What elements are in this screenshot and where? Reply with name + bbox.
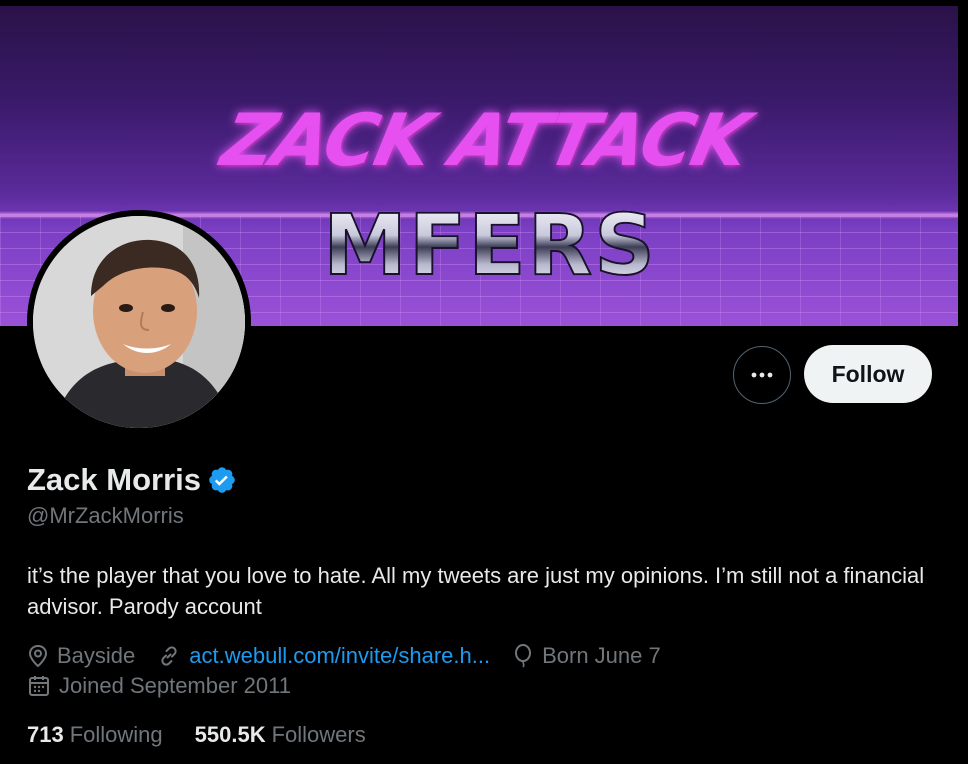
banner-title-bottom: MFERS — [285, 195, 695, 295]
following-count: 713 — [27, 722, 64, 747]
website-item[interactable]: act.webull.com/invite/share.h... — [157, 643, 490, 669]
banner-title-top: ZACK ATTACK — [214, 98, 756, 182]
more-horizontal-icon — [751, 372, 773, 378]
bio: it’s the player that you love to hate. A… — [27, 563, 925, 619]
joined-item: Joined September 2011 — [27, 673, 291, 699]
location-item: Bayside — [27, 643, 135, 669]
display-name: Zack Morris — [27, 462, 202, 497]
handle: @MrZackMorris — [27, 503, 184, 528]
following-label: Following — [69, 722, 163, 747]
followers-count: 550.5K — [194, 722, 266, 747]
following-link[interactable]: 713 Following — [27, 722, 163, 748]
link-icon — [161, 646, 177, 666]
joined-text: Joined September 2011 — [59, 673, 291, 698]
followers-link[interactable]: 550.5K Followers — [195, 722, 366, 748]
verified-badge-icon[interactable] — [207, 465, 237, 495]
location-text: Bayside — [57, 643, 136, 668]
name-row: Zack Morris — [27, 462, 237, 498]
avatar-photo — [33, 216, 245, 428]
follow-stats: 713 Following 550.5K Followers — [27, 722, 398, 748]
profile-meta-row-2: Joined September 2011 — [27, 673, 313, 699]
followers-label: Followers — [271, 722, 366, 747]
website-link[interactable]: act.webull.com/invite/share.h... — [189, 643, 490, 669]
balloon-icon — [515, 644, 532, 668]
more-options-button[interactable] — [733, 346, 791, 404]
avatar-portrait-icon — [33, 216, 245, 428]
birthday-text: Born June 7 — [542, 643, 661, 668]
calendar-icon — [29, 676, 49, 696]
birthday-item: Born June 7 — [512, 643, 661, 669]
follow-button[interactable]: Follow — [804, 345, 932, 403]
location-pin-icon — [28, 644, 48, 668]
avatar[interactable] — [27, 210, 251, 434]
profile-meta-row: Bayside act.webull.com/invite/share.h...… — [27, 643, 683, 669]
